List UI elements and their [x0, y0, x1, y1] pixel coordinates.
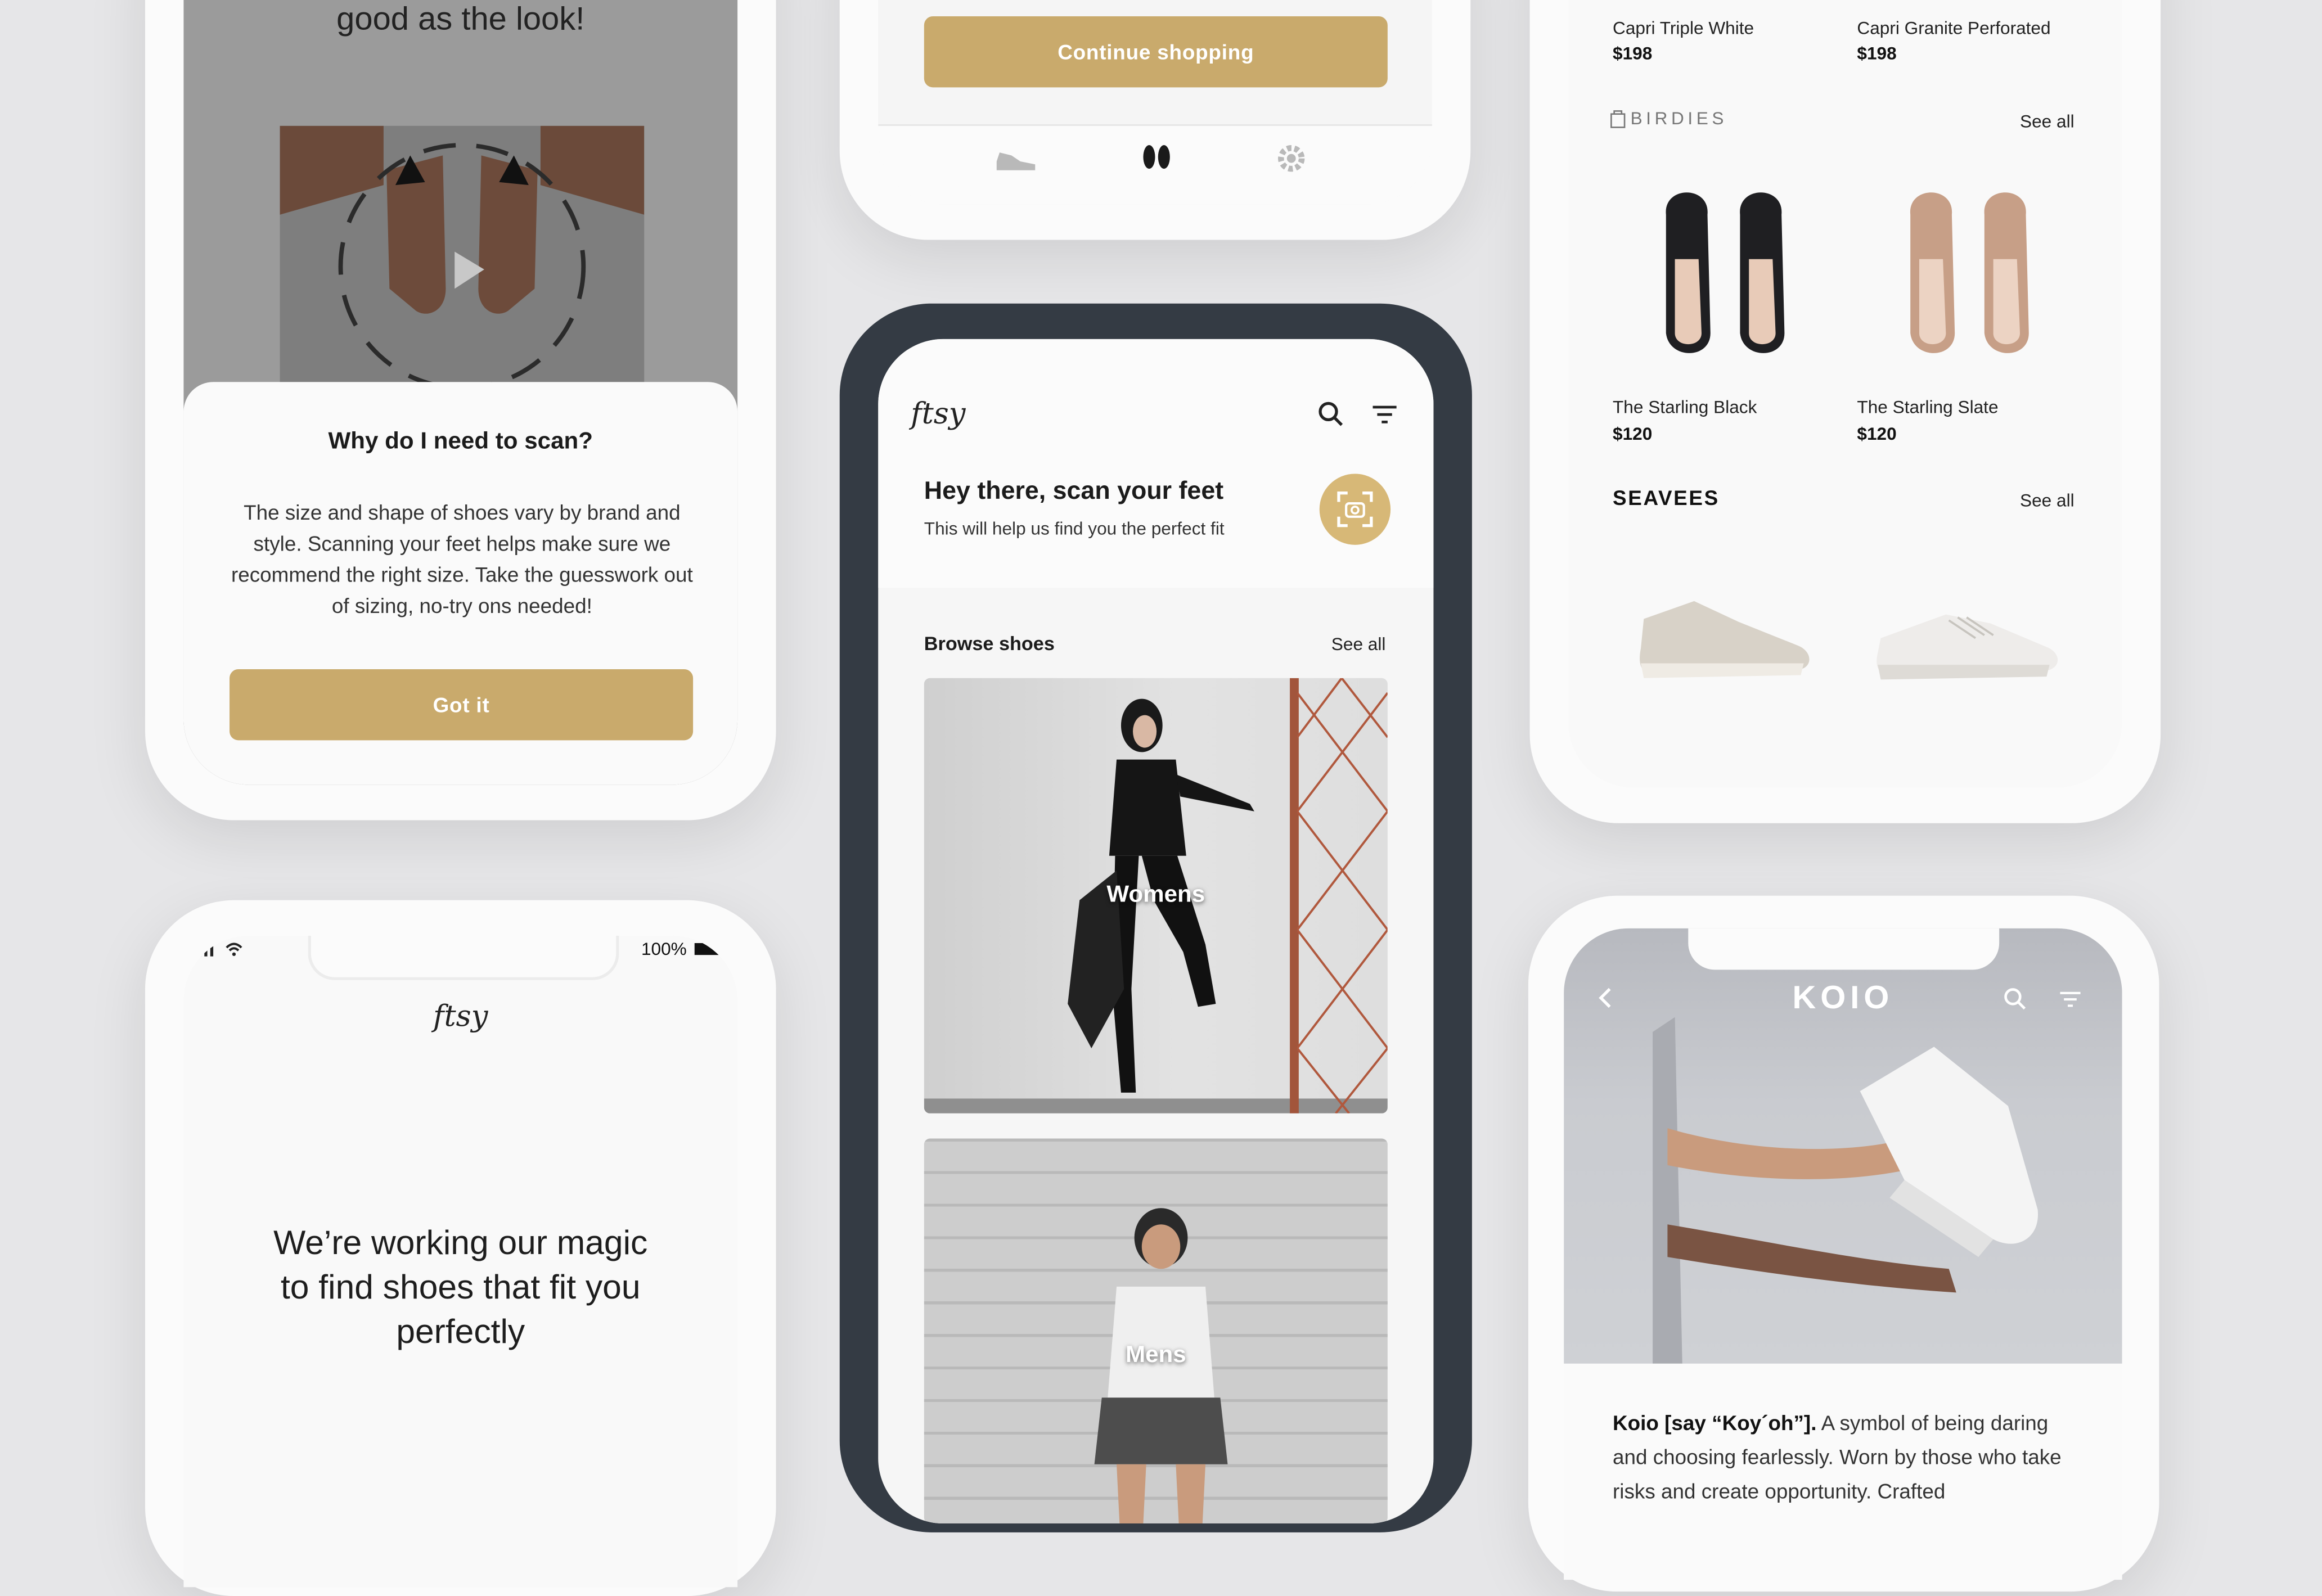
bottom-nav	[878, 124, 1432, 205]
phone-loading: 100% ftsy We’re working our magic to fin…	[145, 900, 776, 1596]
feet-icon[interactable]	[1139, 141, 1174, 176]
birdies-brand-logo: BIRDIES	[1610, 108, 1727, 129]
phone-continue-screen: Continue shopping	[878, 0, 1432, 205]
mens-category-card[interactable]: Mens	[924, 1138, 1388, 1524]
product-name[interactable]: Capri Triple White	[1613, 18, 1754, 39]
phone-browse: ftsy Hey there, scan your feet This will…	[839, 303, 1472, 1532]
wifi-icon	[226, 943, 242, 956]
app-logo: ftsy	[911, 395, 966, 431]
product-price: $120	[1857, 423, 1897, 444]
canvas: good as the look! Why do I need to scan?…	[0, 0, 2322, 1596]
scan-subheading: This will help us find you the perfect f…	[924, 518, 1225, 539]
loading-message: We’re working our magic to find shoes th…	[273, 1223, 648, 1351]
hands-illustration	[280, 125, 645, 390]
phone-continue: Continue shopping	[839, 0, 1471, 240]
birdies-see-all-link[interactable]: See all	[2020, 111, 2074, 132]
koio-brand-logo: KOIO	[1792, 979, 1894, 1016]
scan-info-card: Why do I need to scan? The size and shap…	[183, 382, 738, 785]
scan-video[interactable]	[280, 125, 645, 422]
search-icon[interactable]	[1318, 401, 1344, 427]
gear-icon[interactable]	[1276, 143, 1306, 173]
product-price: $198	[1857, 43, 1897, 64]
seavees-slipon-shoe[interactable]	[1635, 589, 1820, 686]
phone-product-list-screen: Capri Triple White $198 Capri Granite Pe…	[1568, 0, 2122, 788]
browse-see-all-link[interactable]: See all	[1331, 634, 1386, 655]
product-price: $120	[1613, 423, 1653, 444]
phone-scan-info: good as the look! Why do I need to scan?…	[145, 0, 776, 820]
card-title: Why do I need to scan?	[328, 429, 593, 455]
womens-category-card[interactable]: Womens	[924, 678, 1388, 1113]
starling-slate-shoe[interactable]	[1901, 185, 2037, 360]
got-it-button[interactable]: Got it	[230, 669, 694, 741]
phone-brand-detail: KOIO Koio [say “Koy´oh”]. A symbol of be…	[1528, 895, 2159, 1592]
koio-hero-image: KOIO	[1564, 928, 2122, 1364]
phone-browse-screen: ftsy Hey there, scan your feet This will…	[878, 339, 1434, 1524]
filter-icon[interactable]	[2058, 990, 2082, 1008]
mens-label: Mens	[1125, 1342, 1186, 1368]
womens-label: Womens	[1106, 882, 1205, 908]
scan-heading: Hey there, scan your feet	[924, 476, 1224, 505]
shoe-icon[interactable]	[994, 147, 1038, 173]
birdies-logo-icon	[1610, 109, 1626, 128]
arms-and-sneaker-illustration	[1653, 1017, 2038, 1364]
koio-description-bold: Koio [say “Koy´oh”].	[1613, 1410, 1817, 1435]
signal-icon	[198, 943, 214, 957]
card-body: The size and shape of shoes vary by bran…	[231, 500, 693, 617]
koio-description: Koio [say “Koy´oh”]. A symbol of being d…	[1613, 1406, 2081, 1509]
scan-button[interactable]	[1319, 474, 1391, 545]
notch	[1688, 928, 2000, 970]
browse-header	[878, 339, 1434, 588]
search-icon[interactable]	[2004, 988, 2027, 1011]
loading-app-logo: ftsy	[433, 998, 488, 1034]
starling-black-shoe[interactable]	[1657, 185, 1793, 360]
birdies-brand-name: BIRDIES	[1630, 108, 1728, 129]
product-name[interactable]: The Starling Slate	[1857, 397, 1998, 418]
phone-loading-screen: 100% ftsy We’re working our magic to fin…	[183, 935, 738, 1588]
seavees-lace-shoe[interactable]	[1872, 599, 2064, 688]
seavees-see-all-link[interactable]: See all	[2020, 490, 2074, 511]
phone-product-list: Capri Triple White $198 Capri Granite Pe…	[1529, 0, 2161, 823]
continue-shopping-button[interactable]: Continue shopping	[924, 16, 1388, 88]
notch	[308, 935, 619, 980]
phone-scan-info-screen: good as the look! Why do I need to scan?…	[183, 0, 738, 785]
product-name[interactable]: The Starling Black	[1613, 397, 1757, 418]
browse-shoes-title: Browse shoes	[924, 632, 1055, 655]
battery-text: 100%	[641, 939, 687, 959]
product-price: $198	[1613, 43, 1653, 64]
battery-icon	[694, 943, 723, 955]
phone-brand-detail-screen: KOIO Koio [say “Koy´oh”]. A symbol of be…	[1564, 928, 2122, 1580]
camera-scan-icon	[1337, 492, 1373, 528]
filter-icon[interactable]	[1371, 404, 1398, 425]
top-text: good as the look!	[336, 0, 585, 37]
seavees-brand-logo: SEAVEES	[1613, 485, 1720, 510]
product-name[interactable]: Capri Granite Perforated	[1857, 18, 2050, 39]
